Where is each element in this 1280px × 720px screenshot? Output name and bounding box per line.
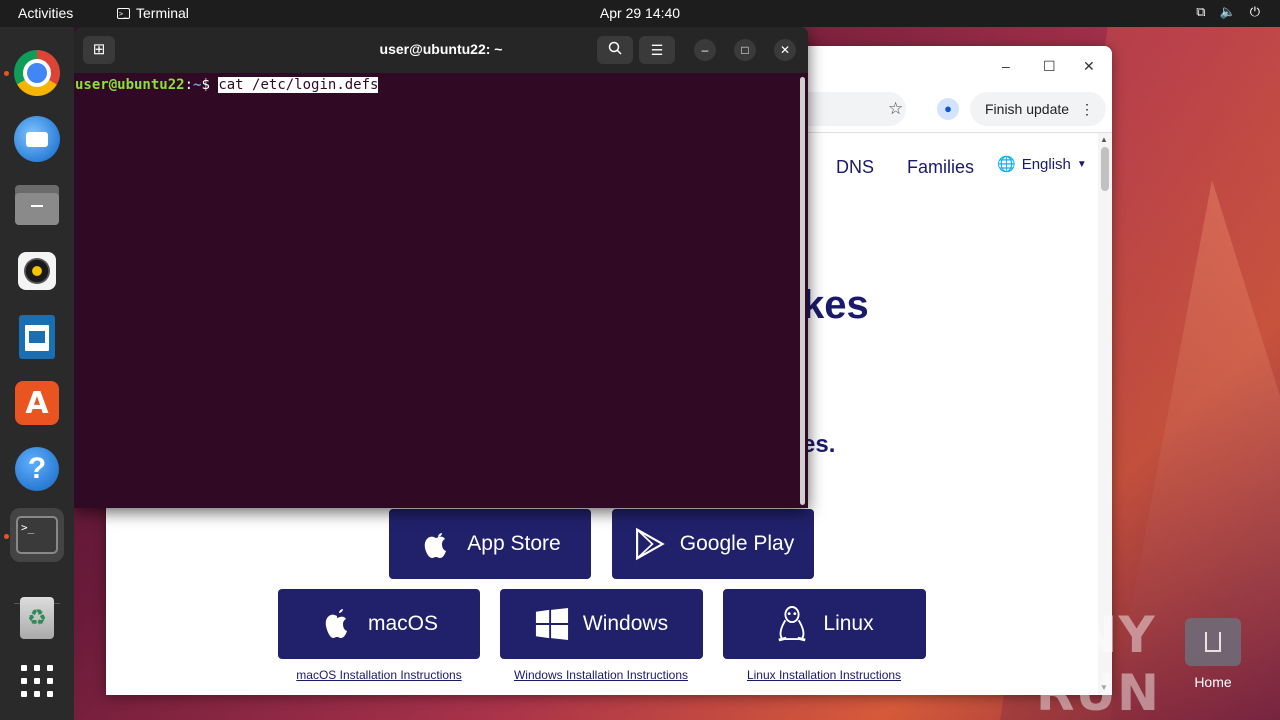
menu-button[interactable]: ☰ <box>639 36 675 64</box>
writer-icon <box>19 315 55 359</box>
macos-button[interactable]: macOS <box>278 589 480 659</box>
play-icon <box>632 527 666 561</box>
nav-dns[interactable]: DNS <box>836 157 874 178</box>
dock-help[interactable]: ? <box>10 442 64 496</box>
finish-update-label: Finish update <box>985 101 1070 117</box>
hero-heading: kes <box>802 283 869 327</box>
command-text: cat /etc/login.defs <box>218 77 379 93</box>
globe-icon: 🌐 <box>997 156 1016 173</box>
running-indicator <box>4 534 9 539</box>
dock-trash[interactable]: ♻ <box>10 591 64 645</box>
dock-terminal[interactable]: >_ <box>10 508 64 562</box>
rhythmbox-icon <box>18 252 56 290</box>
macos-label: macOS <box>367 612 438 635</box>
hamburger-icon: ☰ <box>650 42 664 58</box>
terminal-app-icon: >_ <box>16 516 58 554</box>
network-icon: ⧉ <box>1196 4 1206 19</box>
terminal-maximize-button[interactable]: □ <box>734 39 756 61</box>
dock-writer[interactable] <box>10 310 64 364</box>
google-play-button[interactable]: Google Play <box>612 509 814 579</box>
nav-families[interactable]: Families <box>907 157 974 178</box>
dock-files[interactable] <box>10 178 64 232</box>
watermark: ANY RUN <box>1036 606 1160 720</box>
language-label: English <box>1021 155 1071 173</box>
close-button[interactable]: ✕ <box>1083 58 1095 75</box>
files-icon <box>15 185 59 225</box>
windows-instructions-link[interactable]: Windows Installation Instructions <box>496 668 706 682</box>
windows-label: Windows <box>582 612 669 635</box>
windows-button[interactable]: Windows <box>500 589 703 659</box>
finish-update-button[interactable]: Finish update ⋮ <box>970 92 1106 126</box>
chrome-icon <box>14 50 60 96</box>
app-store-label: App Store <box>467 532 561 555</box>
apple-icon <box>320 607 354 641</box>
running-indicator <box>4 71 9 76</box>
grid-icon <box>21 665 53 697</box>
linux-instructions-link[interactable]: Linux Installation Instructions <box>724 668 924 682</box>
dock-app-center[interactable]: A <box>10 376 64 430</box>
show-apps-button[interactable] <box>10 654 64 708</box>
dock-rhythmbox[interactable] <box>10 244 64 298</box>
linux-label: Linux <box>823 612 874 635</box>
prompt-colon: : <box>184 77 194 93</box>
dock: A ? >_ ♻ <box>0 27 74 720</box>
maximize-button[interactable]: ☐ <box>1043 58 1056 75</box>
system-tray[interactable]: ⧉ 🔈 ⏻ <box>1196 4 1260 20</box>
profile-icon[interactable]: ● <box>937 98 959 120</box>
terminal-headerbar[interactable]: ⊞ user@ubuntu22: ~ ☰ – □ ✕ <box>74 27 808 73</box>
scroll-up-icon[interactable]: ▲ <box>1100 135 1108 144</box>
dock-thunderbird[interactable] <box>10 112 64 166</box>
bookmark-star-icon[interactable]: ☆ <box>888 99 903 119</box>
app-store-button[interactable]: App Store <box>389 509 591 579</box>
prompt-user: user@ubuntu22 <box>75 77 185 93</box>
caret-down-icon: ▼ <box>1076 158 1087 170</box>
prompt-line: user@ubuntu22:~$ cat /etc/login.defs <box>75 77 379 93</box>
apple-icon <box>419 527 453 561</box>
terminal-scrollbar[interactable] <box>800 77 805 505</box>
windows-icon <box>535 607 569 641</box>
google-play-label: Google Play <box>679 532 795 555</box>
scroll-thumb[interactable] <box>1101 147 1109 191</box>
terminal-content[interactable]: user@ubuntu22:~$ cat /etc/login.defs <box>74 73 808 508</box>
trash-icon: ♻ <box>20 597 54 639</box>
search-button[interactable] <box>597 36 633 64</box>
macos-instructions-link[interactable]: macOS Installation Instructions <box>279 668 479 682</box>
language-selector[interactable]: 🌐 English ▼ <box>997 155 1087 174</box>
top-bar: Activities >_ Terminal Apr 29 14:40 ⧉ 🔈 … <box>0 0 1280 27</box>
volume-icon: 🔈 <box>1219 4 1236 19</box>
app-center-icon: A <box>15 381 59 425</box>
terminal-window: ⊞ user@ubuntu22: ~ ☰ – □ ✕ user@ubuntu22… <box>74 27 808 508</box>
clock[interactable]: Apr 29 14:40 <box>0 5 1280 21</box>
power-icon: ⏻ <box>1249 4 1260 19</box>
thunderbird-icon <box>14 116 60 162</box>
minimize-button[interactable]: – <box>1002 58 1010 74</box>
terminal-minimize-button[interactable]: – <box>694 39 716 61</box>
tux-icon <box>775 606 809 642</box>
terminal-close-button[interactable]: ✕ <box>774 39 796 61</box>
dock-chrome[interactable] <box>10 46 64 100</box>
linux-button[interactable]: Linux <box>723 589 926 659</box>
prompt-symbol: $ <box>201 77 219 93</box>
search-icon <box>608 41 622 55</box>
kebab-menu-icon: ⋮ <box>1080 101 1094 117</box>
help-icon: ? <box>15 447 59 491</box>
